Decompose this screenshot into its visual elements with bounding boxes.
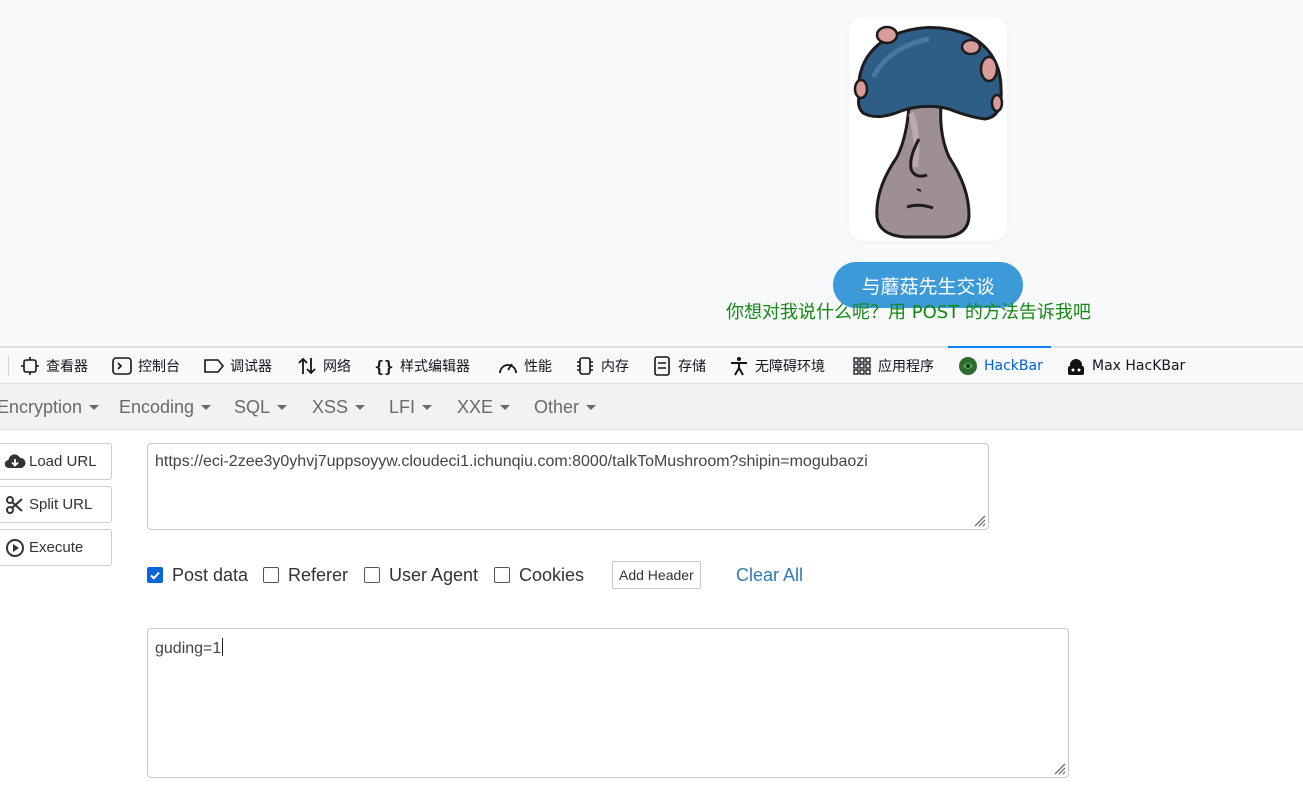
tab-label: 查看器 [46,359,88,375]
memory-icon [575,356,595,376]
menu-other[interactable]: Other [534,384,597,430]
load-url-button[interactable]: Load URL [0,443,112,480]
toolbar-divider [8,356,9,376]
caret-down-icon [500,404,511,410]
menu-label: XXE [457,396,494,417]
caret-down-icon [89,404,100,410]
tab-label: 样式编辑器 [400,359,470,375]
add-header-button[interactable]: Add Header [612,561,701,589]
resize-grip-icon[interactable] [970,511,986,527]
post-data-input[interactable]: guding=1 [147,628,1069,778]
tab-label: 存储 [678,359,706,375]
menu-xss[interactable]: XSS [312,384,366,430]
menu-encoding[interactable]: Encoding [119,384,212,430]
console-icon [112,356,132,376]
scissors-icon [4,495,26,515]
tab-label: HackBar [984,358,1043,374]
tab-application[interactable]: 应用程序 [852,348,934,384]
tab-label: Max HacKBar [1092,358,1186,374]
tab-label: 内存 [601,359,629,375]
hackbar-icon [958,356,978,376]
checkbox-checked-icon[interactable] [147,567,163,583]
option-label: Post data [172,564,249,585]
network-icon [297,356,317,376]
execute-button[interactable]: Execute [0,529,112,566]
post-hint-text: 你想对我说什么呢？用 POST 的方法告诉我吧 [726,302,1091,323]
option-label: Cookies [519,564,585,585]
clear-all-link[interactable]: Clear All [736,560,803,590]
menu-lfi[interactable]: LFI [389,384,433,430]
storage-icon [652,356,672,376]
menu-encryption[interactable]: Encryption [0,384,100,430]
tab-max-hackbar[interactable]: Max HacKBar [1066,348,1185,384]
url-input[interactable]: https://eci-2zee3y0yhvj7uppsoyyw.cloudec… [147,443,989,530]
cookies-checkbox[interactable]: Cookies [494,560,584,590]
tab-performance[interactable]: 性能 [498,348,552,384]
menu-label: XSS [312,396,349,417]
button-label: Split URL [29,496,93,513]
url-text: https://eci-2zee3y0yhvj7uppsoyyw.cloudec… [155,453,868,470]
post-data-checkbox[interactable]: Post data [147,560,248,590]
accessibility-icon [729,356,749,376]
debugger-icon [204,356,224,376]
resize-grip-icon[interactable] [1050,759,1066,775]
menu-label: SQL [234,396,271,417]
web-page: 与蘑菇先生交谈 你想对我说什么呢？用 POST 的方法告诉我吧 [0,0,1303,346]
caret-down-icon [277,404,288,410]
performance-icon [498,356,518,376]
menu-label: Other [534,396,580,417]
inspector-icon [20,356,40,376]
tab-accessibility[interactable]: 无障碍环境 [729,348,825,384]
menu-label: LFI [389,396,416,417]
tab-network[interactable]: 网络 [297,348,351,384]
tab-style-editor[interactable]: {} 样式编辑器 [374,348,470,384]
caret-down-icon [422,404,433,410]
style-editor-icon: {} [374,356,394,376]
play-circle-icon [4,538,26,558]
menu-label: Encryption [0,396,83,417]
devtools-tab-bar: 查看器 控制台 调试器 网络 {} 样式编辑器 性能 内存 存储 无障碍环境 应… [0,346,1303,384]
tab-label: 性能 [524,359,552,375]
options-row: Post data Referer User Agent Cookies Add… [147,560,847,590]
mushroom-image [849,17,1007,241]
referer-checkbox[interactable]: Referer [263,560,348,590]
menu-xxe[interactable]: XXE [457,384,511,430]
caret-down-icon [355,404,366,410]
tab-debugger[interactable]: 调试器 [204,348,272,384]
button-label: Execute [29,539,84,556]
checkbox-icon[interactable] [364,567,380,583]
text-cursor [222,638,224,656]
hackbar-menu-bar: Encryption Encoding SQL XSS LFI XXE Othe… [0,384,1303,430]
tab-memory[interactable]: 内存 [575,348,629,384]
caret-down-icon [586,404,597,410]
checkbox-icon[interactable] [263,567,279,583]
tab-console[interactable]: 控制台 [112,348,180,384]
tab-inspector[interactable]: 查看器 [20,348,88,384]
user-agent-checkbox[interactable]: User Agent [364,560,478,590]
tab-label: 无障碍环境 [755,359,825,375]
tab-label: 网络 [323,359,351,375]
tab-label: 调试器 [230,359,272,375]
button-label: Load URL [29,453,97,470]
tab-storage[interactable]: 存储 [652,348,706,384]
option-label: User Agent [389,564,479,585]
max-hackbar-icon [1066,356,1086,376]
cloud-download-icon [4,452,26,472]
menu-sql[interactable]: SQL [234,384,288,430]
application-icon [852,356,872,376]
tab-label: 控制台 [138,359,180,375]
split-url-button[interactable]: Split URL [0,486,112,523]
post-data-text: guding=1 [155,640,222,657]
checkbox-icon[interactable] [494,567,510,583]
menu-label: Encoding [119,396,195,417]
option-label: Referer [288,564,349,585]
tab-label: 应用程序 [878,359,934,375]
tab-hackbar[interactable]: HackBar [948,346,1051,384]
caret-down-icon [201,404,212,410]
